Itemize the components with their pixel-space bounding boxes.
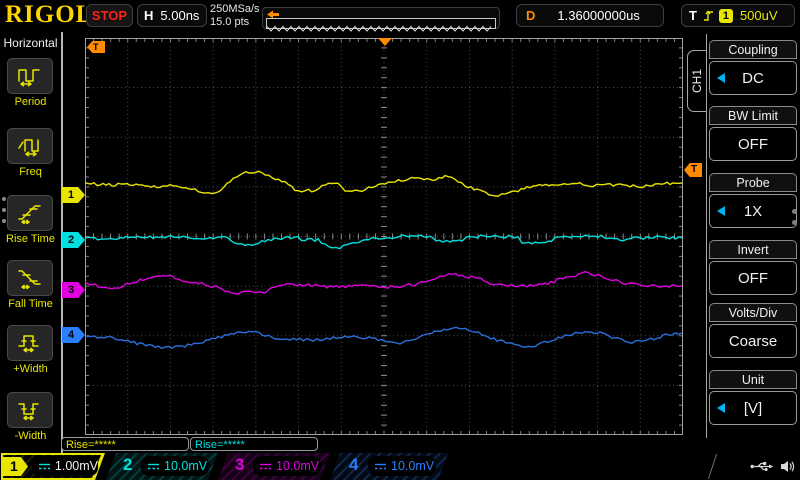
ch2-scale-value: 10.0mV — [164, 459, 208, 473]
ch4-number: 4 — [349, 455, 359, 474]
volts-div-menu-item[interactable]: Volts/Div Coarse — [709, 303, 797, 358]
ch3-status-block[interactable]: 3 10.0mV — [218, 453, 330, 480]
t-label: T — [689, 8, 697, 23]
unit-title: Unit — [709, 370, 797, 389]
rise-time-label: Rise Time — [6, 233, 55, 245]
minus-width-icon — [18, 403, 39, 421]
ch4-ground-marker[interactable]: 4 — [62, 327, 85, 343]
bw-limit-title: BW Limit — [709, 106, 797, 125]
select-arrow-icon — [717, 206, 725, 216]
dc-coupling-icon — [260, 463, 271, 469]
freq-button[interactable] — [7, 128, 53, 164]
period-button[interactable] — [7, 58, 53, 94]
rise-time-icon — [18, 205, 41, 224]
coupling-menu-item[interactable]: Coupling DC — [709, 40, 797, 95]
dc-coupling-icon — [375, 463, 386, 469]
invert-menu-item[interactable]: Invert OFF — [709, 240, 797, 295]
volts-div-value: Coarse — [728, 332, 778, 350]
unit-menu-item[interactable]: Unit [V] — [709, 370, 797, 425]
channel-menu-tab: CH1 — [687, 50, 706, 112]
usb-icon — [750, 462, 774, 471]
rising-edge-trigger-icon — [703, 10, 713, 21]
stop-label: STOP — [91, 8, 128, 23]
minus-width-button[interactable] — [7, 392, 53, 428]
menu-page-dot — [792, 209, 797, 214]
channel-tab-label: CH1 — [690, 68, 704, 93]
probe-value: 1X — [743, 202, 763, 220]
trigger-level-marker[interactable]: T — [684, 163, 702, 177]
left-menu-title: Horizontal — [3, 36, 58, 50]
probe-menu-item[interactable]: Probe 1X — [709, 173, 797, 228]
bw-limit-menu-item[interactable]: BW Limit OFF — [709, 106, 797, 161]
ch3-number: 3 — [235, 455, 245, 474]
delay-box[interactable]: D 1.36000000us — [516, 4, 664, 27]
probe-title: Probe — [709, 173, 797, 192]
dc-coupling-icon — [148, 463, 159, 469]
top-status-bar: RIGOL STOP H 5.00ns 250MSa/s 15.0 pts D … — [0, 0, 800, 32]
select-arrow-icon — [717, 73, 725, 83]
dc-coupling-icon — [39, 463, 50, 469]
bw-limit-value: OFF — [738, 135, 768, 153]
select-arrow-icon — [717, 403, 725, 413]
preview-viewport — [266, 18, 496, 32]
trigger-source-badge: 1 — [718, 8, 733, 23]
ch3-scale-value: 10.0mV — [276, 459, 320, 473]
rigol-logo: RIGOL — [5, 1, 94, 28]
ch2-number: 2 — [123, 455, 133, 474]
period-icon — [18, 69, 40, 87]
coupling-title: Coupling — [709, 40, 797, 59]
sample-rate: 250MSa/s — [210, 3, 260, 15]
ch4-status-block[interactable]: 4 10.0mV — [330, 453, 448, 480]
channel-status-bar: 1 1.00mV 2 10.0mV 3 10.0mV 4 10.0mV — [0, 453, 800, 480]
run-stop-status[interactable]: STOP — [86, 4, 133, 27]
oscilloscope-screen: RIGOL STOP H 5.00ns 250MSa/s 15.0 pts D … — [0, 0, 800, 480]
menu-page-dot — [792, 220, 797, 225]
freq-icon — [18, 139, 39, 157]
ch1-status-block[interactable]: 1 1.00mV — [1, 453, 105, 480]
measurement-rise-ch2[interactable]: Rise=***** — [190, 437, 318, 451]
trigger-status-box[interactable]: T 1 500uV — [681, 4, 795, 27]
waveform-preview-bar[interactable] — [262, 7, 500, 32]
delay-value: 1.36000000us — [557, 8, 640, 23]
preview-waveform — [266, 25, 492, 32]
fall-time-button[interactable] — [7, 260, 53, 296]
period-label: Period — [14, 96, 47, 108]
trigger-level-value: 500uV — [739, 8, 778, 23]
d-label: D — [526, 8, 536, 23]
coupling-value: DC — [742, 69, 764, 87]
invert-value: OFF — [738, 269, 768, 287]
ch1-scale-value: 1.00mV — [54, 459, 98, 473]
h-label: H — [144, 8, 154, 23]
left-function-menu: Horizontal Period Freq Rise Time Fall Ti… — [0, 32, 63, 453]
fall-time-icon — [18, 270, 41, 289]
measurement-rise-ch1[interactable]: Rise=***** — [61, 437, 189, 451]
plus-width-button[interactable] — [7, 325, 53, 361]
unit-value: [V] — [743, 399, 763, 417]
ch2-ground-marker[interactable]: 2 — [62, 232, 85, 248]
plus-width-icon — [18, 335, 39, 353]
ch2-status-block[interactable]: 2 10.0mV — [106, 453, 218, 480]
speaker-icon — [781, 461, 795, 472]
plus-width-label: +Width — [13, 363, 48, 375]
bottom-bar-divider — [707, 454, 718, 479]
menu-page-dot — [2, 219, 6, 223]
acquisition-info: 250MSa/s 15.0 pts — [210, 3, 260, 29]
ch1-ground-marker[interactable]: 1 — [62, 187, 85, 203]
fall-time-label: Fall Time — [8, 298, 53, 310]
ch3-ground-marker[interactable]: 3 — [62, 282, 85, 298]
volts-div-title: Volts/Div — [709, 303, 797, 322]
ch4-scale-value: 10.0mV — [391, 459, 435, 473]
timebase-value: 5.00ns — [160, 8, 200, 23]
menu-page-dot — [2, 197, 6, 201]
minus-width-label: -Width — [14, 430, 47, 442]
menu-page-dot — [2, 208, 6, 212]
menu-divider — [706, 34, 707, 438]
horizontal-timebase-box[interactable]: H 5.00ns — [137, 4, 207, 27]
trigger-position-marker[interactable] — [378, 38, 392, 46]
rise-time-button[interactable] — [7, 195, 53, 231]
waveform-display-grid — [85, 38, 683, 435]
invert-title: Invert — [709, 240, 797, 259]
memory-depth: 15.0 pts — [210, 16, 250, 28]
freq-label: Freq — [19, 166, 42, 178]
